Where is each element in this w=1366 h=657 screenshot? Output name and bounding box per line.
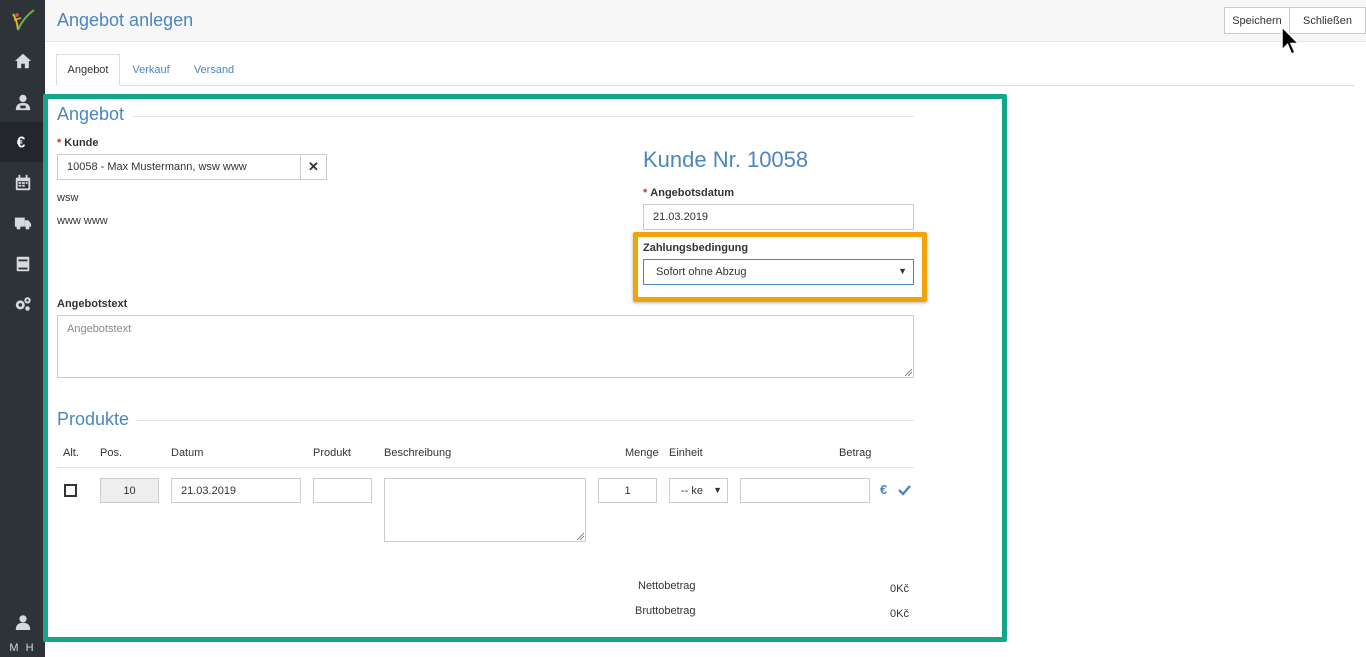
book-icon[interactable] xyxy=(0,244,45,284)
svg-text:€: € xyxy=(16,134,25,151)
cogs-icon[interactable] xyxy=(0,284,45,324)
user-initials[interactable]: M H xyxy=(0,642,45,654)
logo-icon[interactable] xyxy=(9,6,37,34)
tab-versand[interactable]: Versand xyxy=(188,54,240,86)
page-title: Angebot anlegen xyxy=(57,10,194,30)
user-icon[interactable] xyxy=(0,610,45,634)
truck-icon[interactable] xyxy=(0,203,45,243)
header-bar: Angebot anlegen Speichern Schließen xyxy=(45,0,1366,42)
sidebar: € M H xyxy=(0,0,45,657)
highlight-frame-offer xyxy=(43,94,1007,642)
tab-bar: Angebot Verkauf Versand xyxy=(56,54,1354,86)
tab-angebot[interactable]: Angebot xyxy=(56,54,120,86)
home-icon[interactable] xyxy=(0,41,45,81)
highlight-frame-payment-terms xyxy=(633,232,927,302)
contacts-icon[interactable] xyxy=(0,82,45,122)
calendar-icon[interactable] xyxy=(0,163,45,203)
mouse-cursor-icon xyxy=(1281,26,1301,55)
tab-verkauf[interactable]: Verkauf xyxy=(126,54,176,86)
euro-icon[interactable]: € xyxy=(0,122,45,162)
